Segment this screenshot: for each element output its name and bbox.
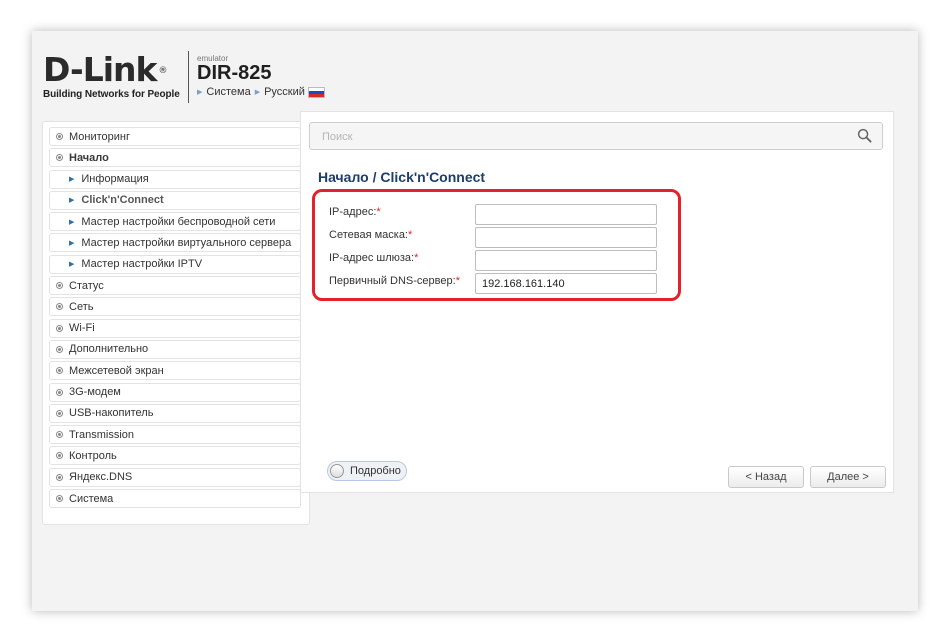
- sidebar: Мониторинг Начало ▶ Информация ▶ Click'n…: [42, 121, 310, 525]
- sidebar-subitem-wireless-wizard[interactable]: ▶ Мастер настройки беспроводной сети: [49, 212, 301, 232]
- required-mark: *: [376, 206, 381, 218]
- form-row-ip-address: IP-адрес:*: [329, 204, 669, 226]
- language-link[interactable]: Русский: [264, 86, 305, 98]
- arrow-right-icon: ▶: [69, 218, 75, 226]
- header-nav: ▶ Система ▶ Русский: [197, 86, 325, 98]
- sidebar-item-yandex-dns[interactable]: Яндекс.DNS: [49, 467, 301, 487]
- search-box: [309, 122, 883, 151]
- highlighted-form-area: IP-адрес:* Сетевая маска:* IP-адрес шлюз…: [312, 189, 681, 301]
- sidebar-item-advanced[interactable]: Дополнительно: [49, 339, 301, 359]
- gateway-label: IP-адрес шлюза:*: [329, 252, 419, 264]
- primary-dns-field[interactable]: [475, 273, 657, 294]
- sidebar-item-control[interactable]: Контроль: [49, 446, 301, 466]
- browser-page: D-Link ® Building Networks for People em…: [32, 31, 918, 611]
- sidebar-item-usb-storage[interactable]: USB-накопитель: [49, 403, 301, 423]
- sidebar-subitem-virtual-server-wizard[interactable]: ▶ Мастер настройки виртуального сервера: [49, 233, 301, 253]
- sidebar-item-label: Информация: [81, 173, 149, 186]
- primary-dns-label: Первичный DNS-сервер:*: [329, 275, 460, 287]
- bullet-icon: [56, 495, 63, 503]
- ip-address-field[interactable]: [475, 204, 657, 225]
- required-mark: *: [408, 229, 413, 241]
- arrow-right-icon: ▶: [69, 197, 75, 205]
- sidebar-item-label: Мастер настройки беспроводной сети: [81, 215, 276, 228]
- sidebar-item-label: Статус: [69, 279, 104, 292]
- sidebar-item-label: Межсетевой экран: [69, 364, 164, 377]
- sidebar-subitem-iptv-wizard[interactable]: ▶ Мастер настройки IPTV: [49, 254, 301, 274]
- logo-tagline: Building Networks for People: [43, 89, 180, 100]
- sidebar-item-start[interactable]: Начало: [49, 148, 301, 168]
- sidebar-menu: Мониторинг Начало ▶ Информация ▶ Click'n…: [49, 127, 301, 510]
- sidebar-item-label: USB-накопитель: [69, 407, 154, 420]
- sidebar-item-wifi[interactable]: Wi-Fi: [49, 318, 301, 338]
- bullet-icon: [56, 431, 63, 439]
- system-link[interactable]: Система: [206, 86, 250, 98]
- form-row-primary-dns: Первичный DNS-сервер:*: [329, 273, 669, 295]
- logo-text: D-Link: [43, 50, 157, 89]
- sidebar-item-label: Яндекс.DNS: [69, 471, 133, 484]
- sidebar-item-label: 3G-модем: [69, 386, 121, 399]
- arrow-right-icon: ▶: [69, 176, 75, 184]
- header-divider: [188, 51, 189, 103]
- subnet-mask-field[interactable]: [475, 227, 657, 248]
- search-input[interactable]: [310, 123, 864, 151]
- sidebar-item-label: Сеть: [69, 300, 94, 313]
- sidebar-item-label: Мастер настройки виртуального сервера: [81, 236, 292, 249]
- sidebar-item-monitoring[interactable]: Мониторинг: [49, 127, 301, 146]
- details-toggle[interactable]: Подробно: [327, 461, 407, 481]
- bullet-icon: [56, 133, 63, 140]
- subnet-mask-label: Сетевая маска:*: [329, 229, 413, 241]
- sidebar-item-network[interactable]: Сеть: [49, 297, 301, 317]
- russian-flag-icon[interactable]: [307, 86, 325, 98]
- sidebar-item-status[interactable]: Статус: [49, 276, 301, 296]
- bullet-icon: [56, 154, 63, 162]
- model-name: DIR-825: [197, 62, 272, 84]
- sidebar-item-label: Click'n'Connect: [81, 194, 164, 207]
- sidebar-item-label: Контроль: [69, 449, 117, 462]
- sidebar-subitem-information[interactable]: ▶ Информация: [49, 169, 301, 189]
- sidebar-item-label: Мониторинг: [69, 130, 131, 143]
- bullet-icon: [56, 452, 63, 460]
- content-panel: Начало / Click'n'Connect IP-адрес:* Сете…: [300, 111, 894, 493]
- bullet-icon: [56, 282, 63, 290]
- sidebar-item-transmission[interactable]: Transmission: [49, 425, 301, 445]
- bullet-icon: [56, 303, 63, 311]
- page-title: Начало / Click'n'Connect: [318, 169, 486, 185]
- form-row-gateway: IP-адрес шлюза:*: [329, 250, 669, 272]
- sidebar-item-firewall[interactable]: Межсетевой экран: [49, 361, 301, 381]
- sidebar-subitem-clickn-connect[interactable]: ▶ Click'n'Connect: [49, 190, 301, 210]
- required-mark: *: [455, 275, 460, 287]
- sidebar-item-label: Wi-Fi: [69, 322, 95, 335]
- ip-address-label: IP-адрес:*: [329, 206, 381, 218]
- sidebar-item-label: Начало: [69, 151, 109, 164]
- gateway-field[interactable]: [475, 250, 657, 271]
- logo-registered-mark: ®: [158, 66, 167, 76]
- details-toggle-label: Подробно: [350, 465, 401, 477]
- dlink-logo[interactable]: D-Link ® Building Networks for People: [43, 53, 180, 100]
- required-mark: *: [414, 252, 419, 264]
- triangle-right-icon: ▶: [197, 89, 203, 96]
- sidebar-item-label: Transmission: [69, 428, 134, 441]
- bullet-icon: [56, 324, 63, 332]
- triangle-right-icon: ▶: [254, 89, 261, 96]
- header-info: emulator DIR-825 ▶ Система ▶ Русский: [197, 54, 325, 98]
- bullet-icon: [56, 367, 63, 375]
- bullet-icon: [56, 409, 63, 417]
- arrow-right-icon: ▶: [69, 239, 75, 247]
- toggle-knob: [330, 464, 344, 478]
- sidebar-item-label: Система: [69, 492, 114, 505]
- sidebar-item-label: Мастер настройки IPTV: [81, 258, 203, 271]
- arrow-right-icon: ▶: [69, 261, 75, 269]
- form-row-subnet-mask: Сетевая маска:*: [329, 227, 669, 249]
- next-button[interactable]: Далее >: [810, 466, 886, 488]
- back-button[interactable]: < Назад: [728, 466, 804, 488]
- bullet-icon: [56, 345, 63, 353]
- search-icon[interactable]: [857, 128, 872, 143]
- sidebar-item-label: Дополнительно: [69, 343, 149, 356]
- sidebar-item-3g-modem[interactable]: 3G-модем: [49, 382, 301, 402]
- bullet-icon: [56, 473, 63, 481]
- sidebar-item-system[interactable]: Система: [49, 489, 301, 509]
- bullet-icon: [56, 388, 63, 396]
